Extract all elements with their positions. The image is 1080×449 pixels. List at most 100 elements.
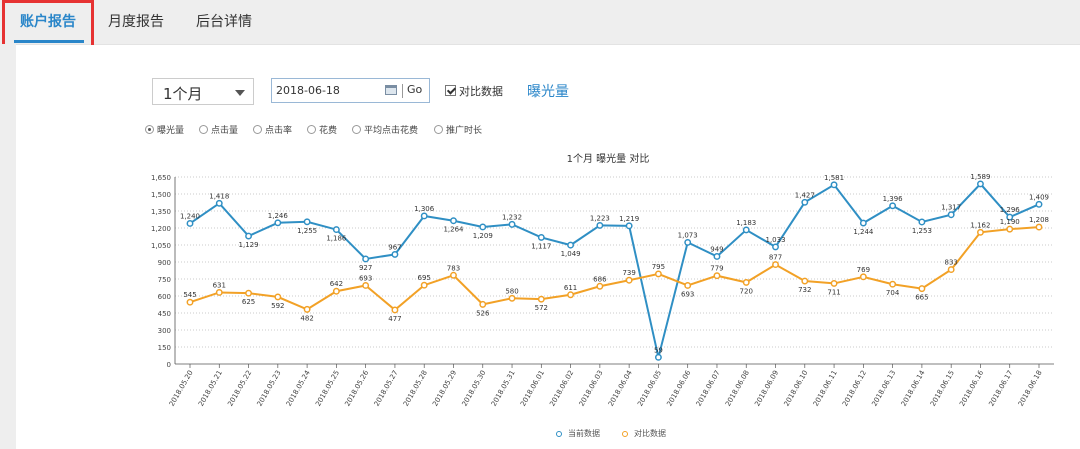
x-tick-label: 2018.06.11 (812, 369, 839, 408)
data-label: 1,418 (209, 192, 229, 200)
data-label: 1,162 (970, 221, 990, 229)
x-tick-label: 2018.05.21 (197, 369, 224, 408)
data-point (654, 270, 662, 278)
data-point (215, 289, 223, 296)
data-label: 711 (827, 288, 840, 296)
data-label: 1,190 (1000, 218, 1020, 226)
legend-label-current: 当前数据 (568, 429, 600, 438)
data-point (830, 181, 838, 189)
data-point (947, 211, 955, 219)
data-label: 1,117 (531, 242, 551, 250)
x-tick-label: 2018.05.24 (285, 369, 312, 408)
data-point (976, 228, 984, 236)
legend-marker (622, 431, 628, 437)
data-label: 611 (564, 284, 577, 292)
data-point (274, 293, 282, 301)
data-point (684, 282, 692, 289)
data-label: 1,396 (883, 195, 904, 203)
data-label: 592 (271, 302, 284, 310)
x-tick-label: 2018.06.03 (578, 369, 605, 408)
data-point (391, 306, 399, 314)
data-point (625, 222, 633, 230)
data-label: 833 (944, 259, 957, 267)
data-point (362, 255, 370, 263)
data-label: 1,317 (941, 204, 961, 212)
data-label: 1,209 (473, 232, 493, 240)
data-label: 1,589 (970, 173, 990, 181)
x-tick-label: 2018.05.28 (402, 369, 429, 408)
data-label: 769 (857, 266, 870, 274)
data-point (186, 298, 194, 306)
data-label: 1,255 (297, 227, 317, 235)
data-label: 1,264 (443, 226, 464, 234)
data-point (508, 220, 516, 228)
data-label: 1,219 (619, 215, 639, 223)
data-point (889, 280, 897, 288)
data-label: 526 (476, 309, 490, 317)
data-label: 482 (300, 314, 313, 322)
data-point (362, 282, 370, 289)
data-point (215, 199, 223, 207)
data-label: 477 (388, 315, 401, 323)
y-tick-label: 1,350 (151, 208, 171, 216)
data-label: 1,296 (1000, 206, 1021, 214)
data-label: 1,244 (853, 228, 874, 236)
x-tick-label: 2018.06.12 (841, 369, 868, 408)
data-label: 1,232 (502, 213, 522, 221)
data-label: 1,246 (268, 212, 289, 220)
x-tick-label: 2018.05.31 (490, 369, 517, 408)
legend-marker (556, 431, 562, 437)
data-point (1035, 200, 1043, 208)
data-point (742, 226, 750, 234)
x-tick-label: 2018.06.16 (958, 369, 985, 408)
data-point (508, 294, 516, 302)
data-point (303, 218, 311, 226)
data-label: 1,073 (678, 231, 698, 239)
x-tick-label: 2018.05.25 (314, 369, 341, 408)
data-label: 949 (710, 245, 723, 253)
data-label: 695 (418, 274, 431, 282)
data-point (859, 219, 867, 227)
data-label: 1,033 (765, 236, 785, 244)
data-label: 642 (330, 280, 343, 288)
x-tick-label: 2018.06.14 (900, 369, 927, 408)
data-label: 704 (886, 289, 900, 297)
data-label: 720 (740, 287, 753, 295)
impressions-line-chart: 0 150 300 450 600 750 900 1,050 1,200 1,350 1,500 1… (151, 173, 1054, 408)
data-label: 693 (681, 290, 694, 298)
data-point (918, 285, 926, 293)
x-tick-label: 2018.06.06 (665, 369, 692, 408)
series-line-compare (189, 226, 1040, 312)
data-point (1006, 225, 1014, 233)
x-tick-label: 2018.05.20 (168, 369, 195, 408)
data-label: 580 (505, 287, 518, 295)
data-point (332, 287, 340, 295)
data-label: 739 (622, 269, 635, 277)
data-point (450, 217, 457, 225)
y-tick-label: 900 (158, 259, 171, 267)
y-tick-label: 1,200 (151, 225, 171, 233)
x-tick-label: 2018.06.09 (753, 369, 780, 408)
y-tick-label: 1,500 (151, 191, 171, 199)
data-point (537, 233, 545, 241)
data-label: 59 (654, 346, 663, 354)
data-point (479, 300, 487, 308)
data-label: 686 (593, 275, 607, 283)
data-point (596, 282, 604, 290)
data-label: 779 (710, 265, 723, 273)
data-label: 1,208 (1029, 216, 1049, 224)
data-point (245, 232, 253, 240)
data-label: 572 (535, 304, 548, 312)
data-label: 625 (242, 298, 255, 306)
data-point (391, 250, 399, 258)
data-label: 967 (388, 243, 401, 251)
x-tick-label: 2018.05.22 (226, 369, 253, 408)
data-point (772, 243, 779, 251)
x-tick-label: 2018.06.07 (695, 369, 722, 408)
x-tick-label: 2018.06.10 (783, 369, 810, 408)
data-point (918, 218, 926, 226)
data-point (713, 272, 721, 280)
y-tick-label: 1,050 (151, 242, 171, 250)
data-point (1035, 223, 1043, 231)
data-label: 1,409 (1029, 193, 1049, 201)
